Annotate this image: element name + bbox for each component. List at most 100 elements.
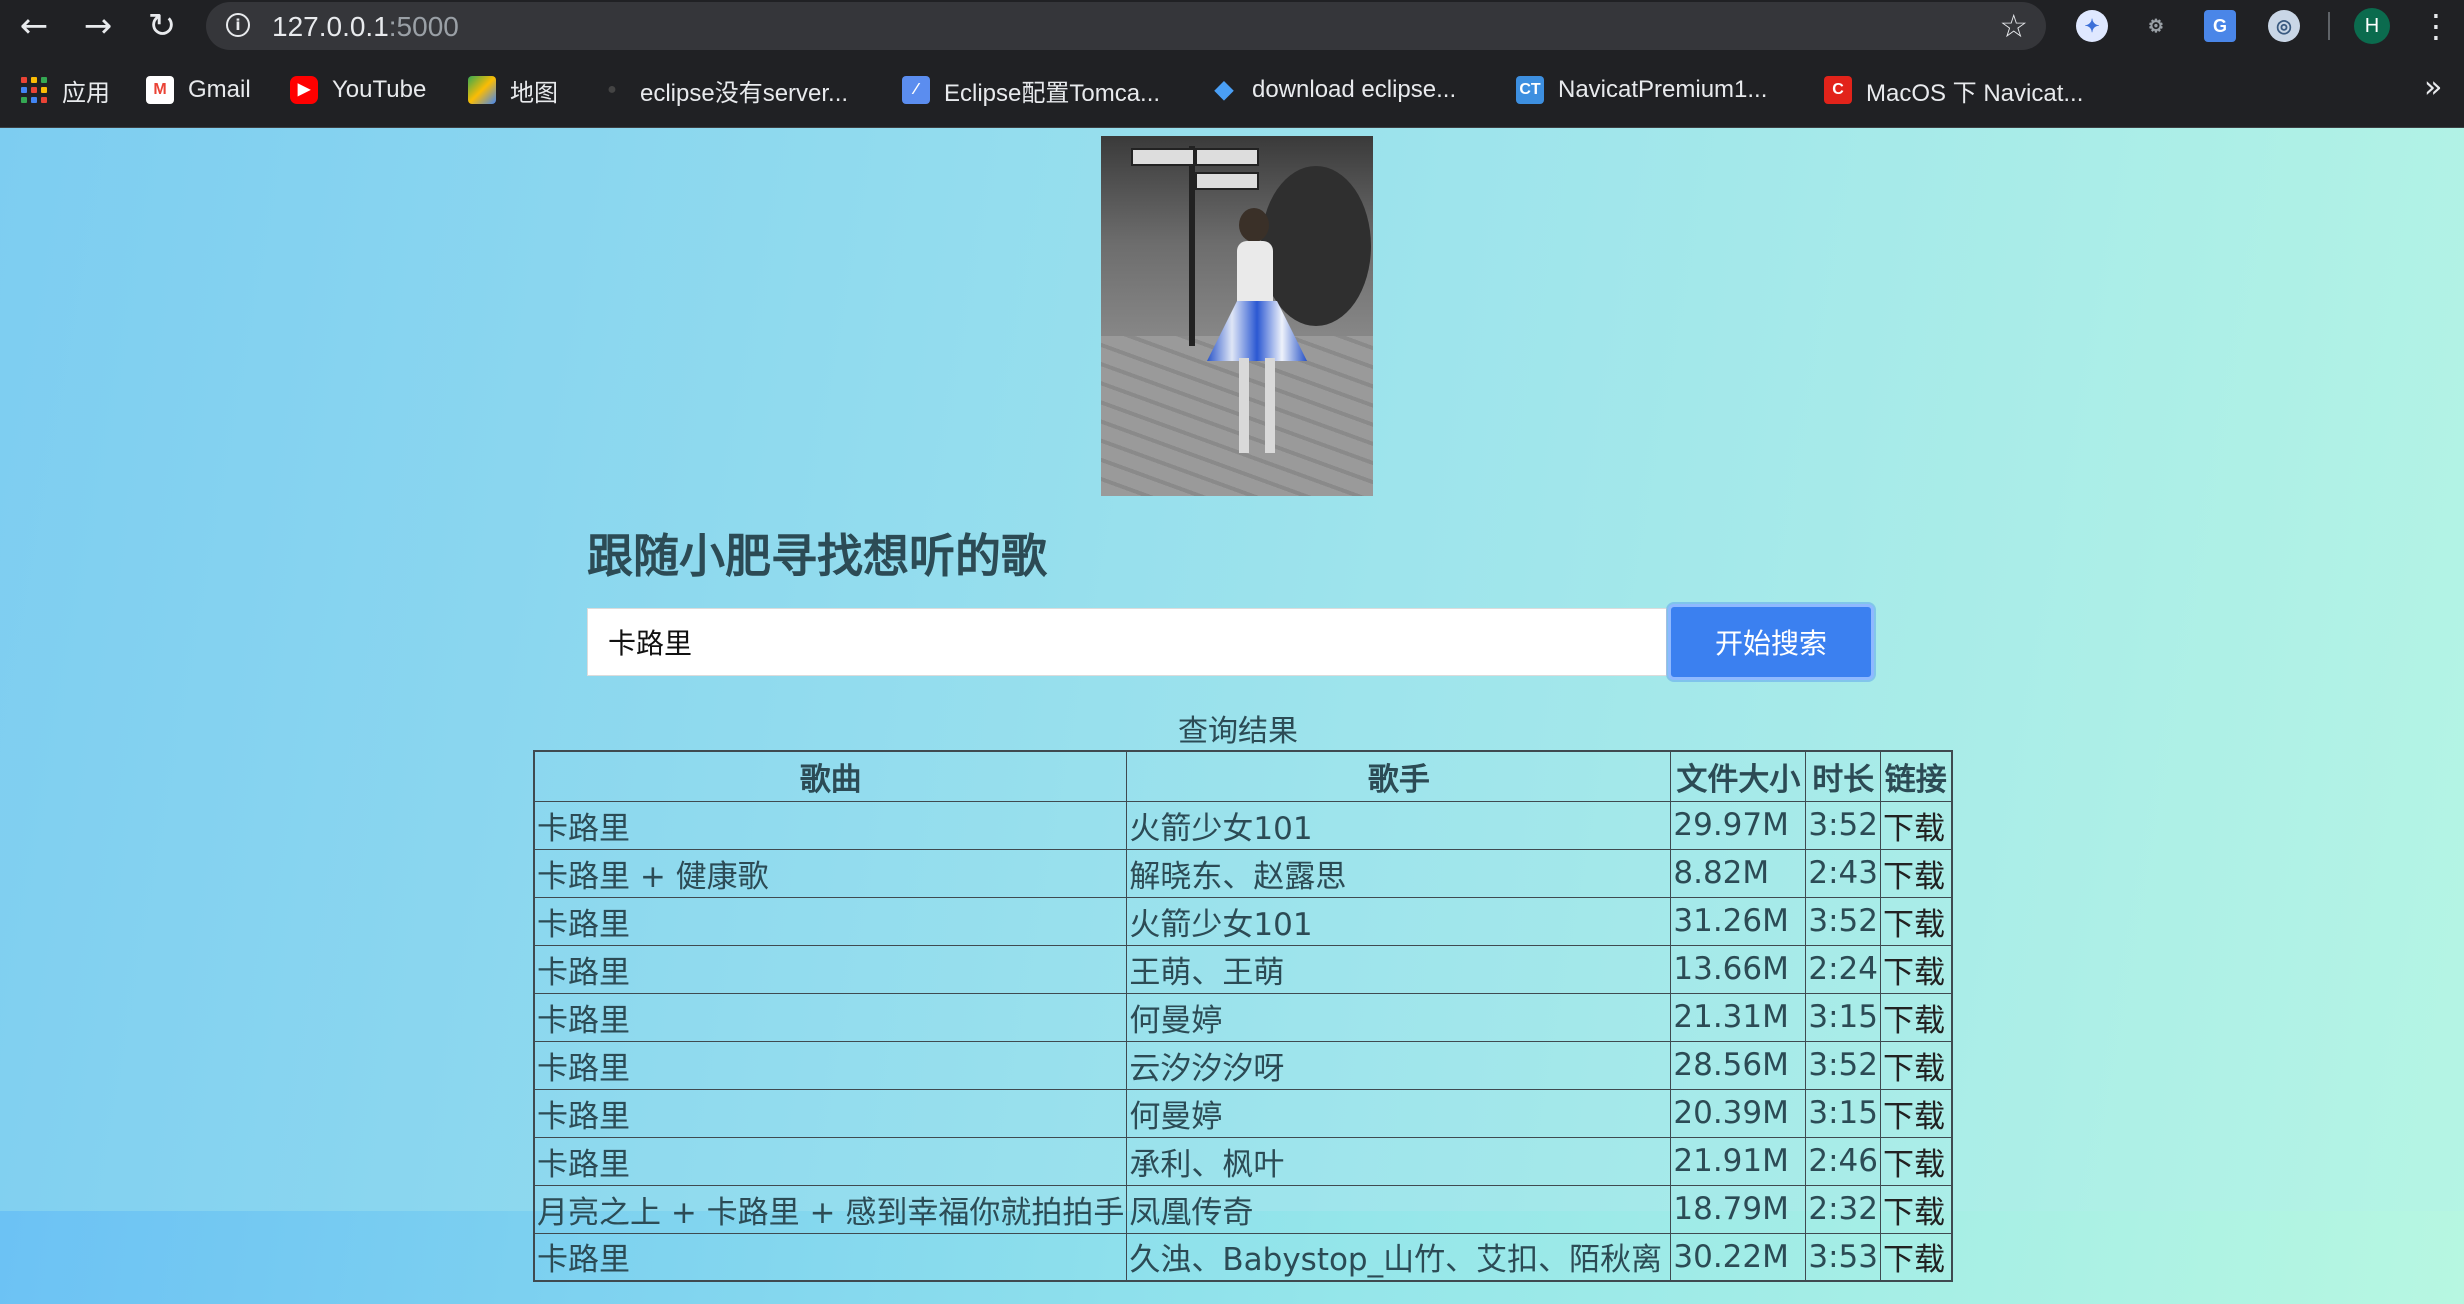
cell-song: 卡路里 (533, 1136, 1128, 1186)
cell-singer: 云汐汐汐呀 (1126, 1040, 1672, 1090)
profile-avatar[interactable]: H (2354, 8, 2390, 44)
cell-size: 21.31M (1670, 992, 1807, 1042)
table-row: 卡路里 云汐汐汐呀 28.56M 3:52 下载 (533, 1040, 1952, 1090)
download-link[interactable]: 下载 (1880, 1232, 1952, 1282)
bookmarks-bar: 应用 M Gmail ▶ YouTube 地图 ● eclipse没有serve… (0, 52, 2464, 128)
cell-singer: 王萌、王萌 (1126, 944, 1672, 994)
feather-icon: ∕ (902, 76, 930, 104)
cell-size: 30.22M (1670, 1232, 1807, 1282)
cell-singer: 何曼婷 (1126, 1088, 1672, 1138)
cell-song: 卡路里 (533, 1040, 1128, 1090)
forward-arrow-icon[interactable]: → (78, 6, 118, 46)
reload-icon[interactable]: ↻ (142, 6, 182, 46)
cell-song: 卡路里 (533, 944, 1128, 994)
bookmark-apps[interactable]: 应用 (20, 52, 110, 128)
cell-duration: 3:52 (1805, 800, 1881, 850)
table-row: 卡路里 久浊、Babystop_山竹、艾扣、陌秋离 30.22M 3:53 下载 (533, 1232, 1952, 1282)
ct-icon: CT (1516, 76, 1544, 104)
cell-duration: 3:15 (1805, 992, 1881, 1042)
download-link[interactable]: 下载 (1880, 944, 1952, 994)
download-link[interactable]: 下载 (1880, 896, 1952, 946)
table-header-row: 歌曲 歌手 文件大小 时长 链接 (533, 750, 1952, 802)
cell-duration: 3:53 (1805, 1232, 1881, 1282)
cell-singer: 火箭少女101 (1126, 800, 1672, 850)
cell-song: 月亮之上 + 卡路里 + 感到幸福你就拍拍手 (533, 1184, 1128, 1234)
cell-duration: 2:46 (1805, 1136, 1881, 1186)
maps-icon (468, 76, 496, 104)
bookmark-gmail[interactable]: M Gmail (146, 52, 251, 128)
browser-toolbar: ← → ↻ i 127.0.0.1:5000 ☆ ✦ ⚙ G ◎ H ⋮ (0, 0, 2464, 52)
gmail-icon: M (146, 76, 174, 104)
extension-gear-icon[interactable]: ⚙ (2140, 10, 2172, 42)
cell-singer: 久浊、Babystop_山竹、艾扣、陌秋离 (1126, 1232, 1672, 1282)
cell-size: 21.91M (1670, 1136, 1807, 1186)
back-arrow-icon[interactable]: ← (14, 6, 54, 46)
bookmark-star-icon[interactable]: ☆ (1999, 7, 2028, 45)
header-photo (1101, 136, 1373, 496)
cell-size: 31.26M (1670, 896, 1807, 946)
youtube-icon: ▶ (290, 76, 318, 104)
table-row: 卡路里 王萌、王萌 13.66M 2:24 下载 (533, 944, 1952, 994)
table-row: 月亮之上 + 卡路里 + 感到幸福你就拍拍手 凤凰传奇 18.79M 2:32 下载 (533, 1184, 1952, 1234)
cell-size: 13.66M (1670, 944, 1807, 994)
cell-song: 卡路里 (533, 992, 1128, 1042)
column-header-link: 链接 (1880, 750, 1952, 802)
address-bar[interactable]: i 127.0.0.1:5000 ☆ (206, 2, 2046, 50)
bookmark-eclipse-tomcat[interactable]: ∕ Eclipse配置Tomca... (902, 52, 1160, 128)
cell-duration: 3:15 (1805, 1088, 1881, 1138)
results-table: 歌曲 歌手 文件大小 时长 链接 卡路里 火箭少女101 29.97M 3:52 下载卡… (533, 750, 1953, 1282)
apps-grid-icon (20, 76, 48, 104)
results-caption: 查询结果 (1178, 714, 1298, 749)
download-link[interactable]: 下载 (1880, 1040, 1952, 1090)
search-input[interactable] (587, 608, 1667, 676)
download-link[interactable]: 下载 (1880, 800, 1952, 850)
bookmark-eclipse-server[interactable]: ● eclipse没有server... (598, 52, 848, 128)
google-translate-icon[interactable]: G (2204, 10, 2236, 42)
cell-song: 卡路里 + 健康歌 (533, 848, 1128, 898)
cell-size: 29.97M (1670, 800, 1807, 850)
cell-duration: 3:52 (1805, 1040, 1881, 1090)
bookmark-maps[interactable]: 地图 (468, 52, 558, 128)
bookmark-youtube[interactable]: ▶ YouTube (290, 52, 426, 128)
download-link[interactable]: 下载 (1880, 848, 1952, 898)
address-url[interactable]: 127.0.0.1:5000 (272, 11, 459, 43)
bookmark-label: 应用 (62, 79, 110, 107)
column-header-singer: 歌手 (1126, 750, 1672, 802)
menu-kebab-icon[interactable]: ⋮ (2420, 6, 2452, 46)
table-row: 卡路里 承利、枫叶 21.91M 2:46 下载 (533, 1136, 1952, 1186)
bookmark-label: MacOS 下 Navicat... (1866, 79, 2084, 107)
download-icon: ◆ (1214, 76, 1234, 103)
github-icon: ● (607, 81, 617, 98)
extension-swirl-icon[interactable]: ◎ (2268, 10, 2300, 42)
cell-singer: 火箭少女101 (1126, 896, 1672, 946)
bookmark-navicat-premium[interactable]: CT NavicatPremium1... (1516, 52, 1767, 128)
download-link[interactable]: 下载 (1880, 992, 1952, 1042)
bookmark-label: Eclipse配置Tomca... (944, 79, 1161, 107)
bookmarks-overflow-icon[interactable]: » (2424, 70, 2442, 105)
bookmark-label: Gmail (188, 76, 251, 103)
cell-singer: 何曼婷 (1126, 992, 1672, 1042)
table-row: 卡路里 火箭少女101 29.97M 3:52 下载 (533, 800, 1952, 850)
cell-size: 8.82M (1670, 848, 1807, 898)
url-host: 127.0.0.1 (272, 11, 389, 42)
download-link[interactable]: 下载 (1880, 1184, 1952, 1234)
bookmark-download-eclipse[interactable]: ◆ download eclipse... (1210, 52, 1456, 128)
site-info-icon[interactable]: i (226, 13, 250, 37)
table-row: 卡路里 火箭少女101 31.26M 3:52 下载 (533, 896, 1952, 946)
download-link[interactable]: 下载 (1880, 1088, 1952, 1138)
bookmark-label: 地图 (510, 79, 558, 107)
bookmark-macos-navicat[interactable]: C MacOS 下 Navicat... (1824, 52, 2083, 128)
bookmark-label: eclipse没有server... (640, 79, 849, 107)
page-title: 跟随小肥寻找想听的歌 (587, 529, 1047, 583)
cell-song: 卡路里 (533, 896, 1128, 946)
table-row: 卡路里 何曼婷 20.39M 3:15 下载 (533, 1088, 1952, 1138)
table-row: 卡路里 + 健康歌 解晓东、赵露思 8.82M 2:43 下载 (533, 848, 1952, 898)
download-link[interactable]: 下载 (1880, 1136, 1952, 1186)
extension-bird-icon[interactable]: ✦ (2076, 10, 2108, 42)
csdn-icon: C (1824, 76, 1852, 104)
toolbar-divider (2328, 12, 2330, 40)
cell-size: 20.39M (1670, 1088, 1807, 1138)
search-button[interactable]: 开始搜索 (1668, 604, 1874, 680)
cell-song: 卡路里 (533, 1088, 1128, 1138)
bookmark-label: YouTube (332, 76, 427, 103)
